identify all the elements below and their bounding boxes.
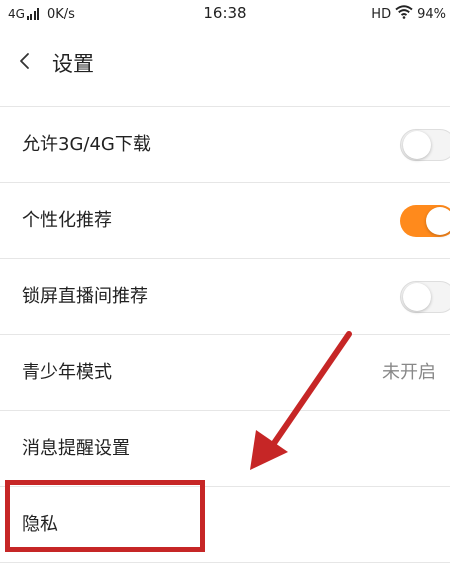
lockscreen-live-toggle[interactable] — [400, 281, 450, 313]
setting-label: 隐私 — [22, 514, 58, 535]
settings-list: 允许3G/4G下载 个性化推荐 锁屏直播间推荐 青少年模式 未开启 消息提醒设置… — [0, 106, 450, 563]
setting-label: 消息提醒设置 — [22, 438, 130, 459]
chevron-left-icon — [20, 53, 29, 69]
setting-row-lockscreen-live[interactable]: 锁屏直播间推荐 — [0, 259, 450, 335]
setting-row-privacy[interactable]: 隐私 — [0, 487, 450, 563]
allow-download-toggle[interactable] — [400, 129, 450, 161]
setting-row-personalized-recommend[interactable]: 个性化推荐 — [0, 183, 450, 259]
setting-row-youth-mode[interactable]: 青少年模式 未开启 — [0, 335, 450, 411]
setting-label: 青少年模式 — [22, 362, 112, 383]
battery-percent: 94% — [417, 6, 446, 22]
header: 设置 — [0, 38, 450, 86]
youth-mode-status: 未开启 — [382, 362, 436, 383]
setting-label: 锁屏直播间推荐 — [22, 286, 148, 307]
wifi-icon — [395, 5, 413, 23]
setting-label: 允许3G/4G下载 — [22, 134, 151, 155]
setting-row-message-reminder[interactable]: 消息提醒设置 — [0, 411, 450, 487]
toggle-knob — [403, 283, 431, 311]
back-button[interactable] — [12, 48, 38, 74]
status-right: HD 94% — [371, 5, 446, 23]
hd-indicator: HD — [371, 6, 392, 22]
page-title: 设置 — [52, 52, 94, 76]
toggle-knob — [426, 207, 450, 235]
personalized-recommend-toggle[interactable] — [400, 205, 450, 237]
status-bar: 4G 0K/s 16:38 HD 94% — [0, 0, 450, 30]
setting-label: 个性化推荐 — [22, 210, 112, 231]
setting-row-allow-download[interactable]: 允许3G/4G下载 — [0, 107, 450, 183]
toggle-knob — [403, 131, 431, 159]
